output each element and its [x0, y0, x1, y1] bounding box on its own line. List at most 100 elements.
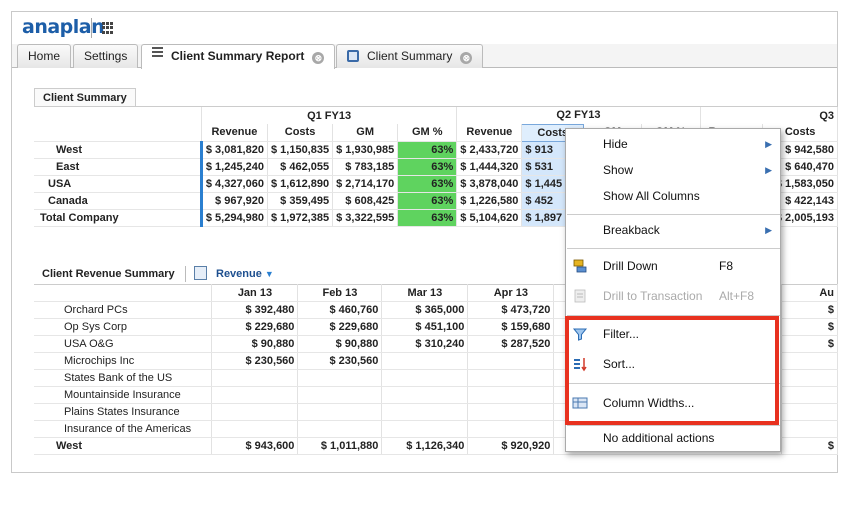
cell[interactable]: 63%	[397, 141, 458, 159]
row-label[interactable]: Total Company	[34, 209, 202, 227]
cell[interactable]: $ 159,680	[467, 318, 555, 336]
cell[interactable]: $ 1,126,340	[381, 437, 469, 455]
cell[interactable]: $	[781, 437, 838, 455]
tab-label: Home	[28, 49, 61, 63]
row-label[interactable]: USA O&G	[34, 335, 213, 353]
cell[interactable]: $	[781, 335, 838, 353]
close-icon[interactable]: ⊗	[460, 52, 473, 64]
cell[interactable]: $ 3,322,595	[332, 209, 399, 227]
cell[interactable]: $ 943,600	[211, 437, 299, 455]
period-header[interactable]: Q2 FY13	[456, 107, 701, 124]
cell[interactable]: $ 1,444,320	[456, 158, 523, 176]
tab-home[interactable]: Home	[17, 44, 72, 68]
period-header[interactable]: Q3	[700, 107, 839, 124]
period-header[interactable]: Q1 FY13	[201, 107, 458, 124]
cell[interactable]: $ 1,612,890	[267, 175, 334, 193]
menu-item-label: Sort...	[603, 357, 636, 371]
cell[interactable]: $ 1,011,880	[297, 437, 383, 455]
column-header[interactable]: Revenue	[201, 124, 268, 142]
cell[interactable]: $ 3,878,040	[456, 175, 523, 193]
cell[interactable]: $ 5,104,620	[456, 209, 523, 227]
row-label[interactable]: Canada	[34, 192, 202, 210]
cell[interactable]: $ 473,720	[467, 301, 555, 319]
cell[interactable]: $ 1,972,385	[267, 209, 334, 227]
cell[interactable]: $ 310,240	[381, 335, 469, 353]
cell[interactable]: $ 90,880	[211, 335, 299, 353]
app-grid-icon[interactable]	[102, 22, 114, 34]
cell[interactable]: $ 1,930,985	[332, 141, 399, 159]
cell[interactable]: $ 90,880	[297, 335, 383, 353]
cell[interactable]: $ 451,100	[381, 318, 469, 336]
chevron-right-icon: ▶	[765, 165, 772, 175]
column-header[interactable]: GM %	[397, 124, 458, 142]
row-label[interactable]: States Bank of the US	[34, 369, 213, 387]
menu-item-filter[interactable]: Filter...	[566, 322, 780, 346]
cell[interactable]	[381, 352, 469, 370]
cell[interactable]: $ 4,327,060	[199, 175, 268, 193]
cell[interactable]: $ 608,425	[332, 192, 399, 210]
cell[interactable]: $ 3,081,820	[199, 141, 268, 159]
tab-settings[interactable]: Settings	[73, 44, 139, 68]
close-icon[interactable]: ⊗	[312, 52, 325, 64]
cell[interactable]: $ 229,680	[297, 318, 383, 336]
cell[interactable]: $ 783,185	[332, 158, 399, 176]
row-label[interactable]: Microchips Inc	[34, 352, 213, 370]
row-label[interactable]: Orchard PCs	[34, 301, 213, 319]
cell[interactable]: $ 2,433,720	[456, 141, 523, 159]
month-header[interactable]: Feb 13	[297, 284, 383, 302]
cell[interactable]: $ 287,520	[467, 335, 555, 353]
revenue-dropdown[interactable]: Revenue ▼	[216, 268, 274, 280]
menu-item-show[interactable]: Show ▶	[566, 158, 780, 182]
cell[interactable]: $ 2,714,170	[332, 175, 399, 193]
cell[interactable]: $ 920,920	[467, 437, 555, 455]
cell[interactable]: $ 359,495	[267, 192, 334, 210]
dashboard-icon	[347, 50, 359, 62]
cell[interactable]: $ 230,560	[211, 352, 299, 370]
row-label[interactable]: East	[34, 158, 202, 176]
column-header[interactable]: Revenue	[456, 124, 523, 142]
cell[interactable]: $ 365,000	[381, 301, 469, 319]
row-label[interactable]: Plains States Insurance	[34, 403, 213, 421]
cell[interactable]: $ 229,680	[211, 318, 299, 336]
row-label[interactable]: West	[34, 437, 213, 455]
month-header[interactable]: Au	[781, 284, 838, 302]
cell[interactable]: $	[781, 301, 838, 319]
cell[interactable]: $ 462,055	[267, 158, 334, 176]
month-header[interactable]: Mar 13	[381, 284, 469, 302]
cell[interactable]: $ 1,245,240	[199, 158, 268, 176]
tab-client-summary-report[interactable]: Client Summary Report ⊗	[141, 44, 336, 69]
menu-item-sort[interactable]: Sort...	[566, 352, 780, 376]
cell[interactable]: 63%	[397, 192, 458, 210]
cell[interactable]: $ 460,760	[297, 301, 383, 319]
column-header[interactable]: GM	[332, 124, 399, 142]
cell[interactable]: $	[781, 318, 838, 336]
menu-item-breakback[interactable]: Breakback ▶	[566, 218, 780, 242]
cell[interactable]: $ 1,226,580	[456, 192, 523, 210]
cell[interactable]: $ 5,294,980	[199, 209, 268, 227]
cell[interactable]: $ 967,920	[199, 192, 268, 210]
cell[interactable]: 63%	[397, 175, 458, 193]
cell[interactable]: 63%	[397, 158, 458, 176]
menu-item-hide[interactable]: Hide ▶	[566, 132, 780, 156]
cell[interactable]: $ 1,150,835	[267, 141, 334, 159]
cell[interactable]: $ 392,480	[211, 301, 299, 319]
row-label[interactable]: USA	[34, 175, 202, 193]
cell[interactable]	[781, 352, 838, 370]
context-menu: Hide ▶ Show ▶ Show All Columns Breakback ▶ …	[565, 128, 781, 452]
cell[interactable]	[467, 352, 555, 370]
menu-separator	[567, 315, 780, 316]
cell[interactable]: $ 230,560	[297, 352, 383, 370]
month-header[interactable]: Jan 13	[211, 284, 299, 302]
page-selector-icon[interactable]	[194, 266, 207, 280]
cell[interactable]: 63%	[397, 209, 458, 227]
row-label[interactable]: Op Sys Corp	[34, 318, 213, 336]
row-label[interactable]: Insurance of the Americas	[34, 420, 213, 438]
month-header[interactable]: Apr 13	[467, 284, 555, 302]
menu-item-column-widths[interactable]: Column Widths...	[566, 391, 780, 415]
row-label[interactable]: West	[34, 141, 202, 159]
row-label[interactable]: Mountainside Insurance	[34, 386, 213, 404]
menu-item-drill-down[interactable]: Drill Down F8	[566, 254, 780, 278]
column-header[interactable]: Costs	[267, 124, 334, 142]
menu-item-show-all-columns[interactable]: Show All Columns	[566, 184, 780, 208]
tab-client-summary[interactable]: Client Summary ⊗	[336, 44, 484, 68]
